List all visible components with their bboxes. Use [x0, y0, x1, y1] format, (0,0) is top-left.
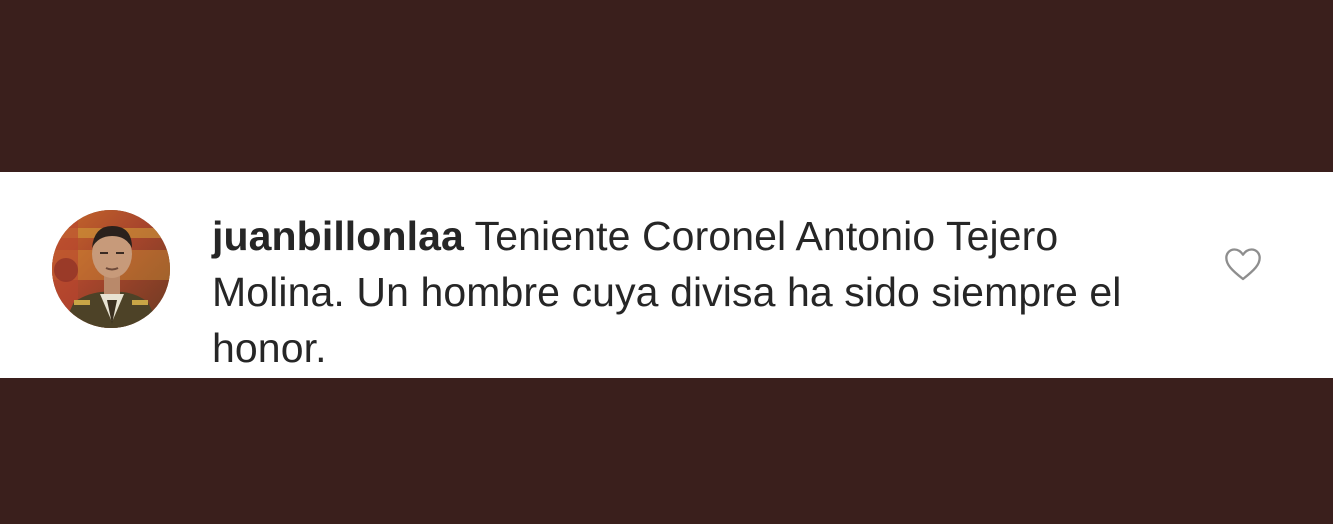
heart-icon-graphic: [1225, 248, 1261, 281]
avatar-image: [52, 210, 170, 328]
comment-row: juanbillonlaa Teniente Coronel Antonio T…: [0, 172, 1333, 378]
comment-body: juanbillonlaa Teniente Coronel Antonio T…: [212, 208, 1202, 376]
comment-username[interactable]: juanbillonlaa: [212, 213, 464, 259]
screenshot-frame: juanbillonlaa Teniente Coronel Antonio T…: [0, 0, 1333, 524]
heart-outline-icon[interactable]: [1222, 244, 1264, 284]
avatar[interactable]: [52, 210, 170, 328]
